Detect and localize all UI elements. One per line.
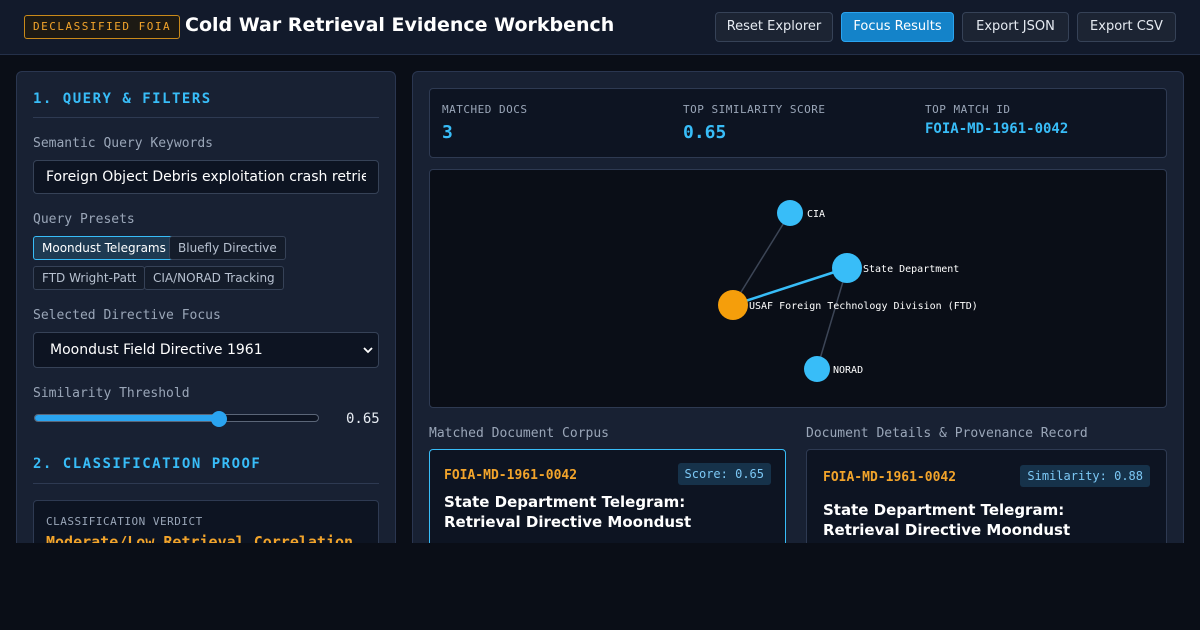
edge-ftd-state	[732, 266, 848, 307]
node-cia[interactable]	[777, 200, 803, 226]
results-panel: MATCHED DOCS 3 TOP SIMILARITY SCORE 0.65…	[412, 71, 1184, 543]
document-title: State Department Telegram: Retrieval Dir…	[444, 493, 692, 531]
stats-bar: MATCHED DOCS 3 TOP SIMILARITY SCORE 0.65…	[429, 88, 1167, 158]
edge-ftd-cia	[732, 212, 791, 306]
node-label-ftd: USAF Foreign Technology Division (FTD)	[749, 301, 978, 312]
chevron-down-icon	[363, 347, 373, 354]
node-norad[interactable]	[804, 356, 830, 382]
node-state-department[interactable]	[832, 253, 862, 283]
top-score-value: 0.65	[683, 122, 727, 143]
similarity-slider[interactable]	[34, 414, 319, 422]
score-badge: Score: 0.65	[677, 463, 771, 485]
focus-results-button[interactable]: Focus Results	[841, 12, 954, 42]
verdict-label: CLASSIFICATION VERDICT	[46, 515, 203, 528]
app-title: Cold War Retrieval Evidence Workbench	[185, 14, 615, 36]
detail-document-id: FOIA-MD-1961-0042	[823, 470, 957, 485]
query-filters-heading: 1. QUERY & FILTERS	[33, 91, 212, 107]
document-id: FOIA-MD-1961-0042	[444, 468, 578, 483]
section-divider	[33, 483, 379, 484]
matched-docs-value: 3	[442, 122, 453, 143]
app-viewport: 1. QUERY & FILTERS Semantic Query Keywor…	[0, 55, 1200, 543]
section-divider	[33, 117, 379, 118]
top-match-label: TOP MATCH ID	[925, 103, 1011, 116]
reset-explorer-button[interactable]: Reset Explorer	[715, 12, 833, 42]
entity-graph: CIA State Department USAF Foreign Techno…	[429, 169, 1167, 408]
node-label-state: State Department	[863, 264, 959, 275]
export-json-button[interactable]: Export JSON	[962, 12, 1069, 42]
preset-moondust-telegrams[interactable]: Moondust Telegrams	[33, 236, 175, 260]
details-label: Document Details & Provenance Record	[806, 426, 1088, 441]
preset-cia-norad-tracking[interactable]: CIA/NORAD Tracking	[144, 266, 284, 290]
node-ftd[interactable]	[718, 290, 748, 320]
threshold-value: 0.65	[346, 411, 380, 427]
top-match-id: FOIA-MD-1961-0042	[925, 121, 1069, 137]
entity-graph-canvas: CIA State Department USAF Foreign Techno…	[718, 200, 978, 382]
matched-docs-label: MATCHED DOCS	[442, 103, 528, 116]
preset-ftd-wright-patt[interactable]: FTD Wright-Patt	[33, 266, 146, 290]
directive-label: Selected Directive Focus	[33, 308, 221, 323]
verdict-text: Moderate/Low Retrieval Correlation	[46, 533, 354, 543]
edge-state-norad	[816, 267, 848, 370]
presets-label: Query Presets	[33, 212, 135, 227]
verdict-box: CLASSIFICATION VERDICT Moderate/Low Retr…	[33, 500, 379, 543]
query-input[interactable]	[33, 160, 379, 194]
directive-select-value: Moondust Field Directive 1961	[50, 342, 263, 358]
query-label: Semantic Query Keywords	[33, 136, 214, 151]
classification-proof-heading: 2. CLASSIFICATION PROOF	[33, 456, 262, 472]
node-label-cia: CIA	[807, 209, 825, 220]
app-header: DECLASSIFIED FOIA Cold War Retrieval Evi…	[0, 0, 1200, 55]
node-label-norad: NORAD	[833, 365, 863, 376]
document-details: FOIA-MD-1961-0042 Similarity: 0.88 State…	[806, 449, 1167, 543]
threshold-label: Similarity Threshold	[33, 386, 190, 401]
slider-handle[interactable]	[211, 411, 227, 427]
similarity-badge: Similarity: 0.88	[1020, 465, 1150, 487]
detail-document-title: State Department Telegram: Retrieval Dir…	[823, 501, 1071, 539]
preset-bluefly-directive[interactable]: Bluefly Directive	[169, 236, 286, 260]
declassified-badge: DECLASSIFIED FOIA	[24, 15, 181, 39]
slider-fill	[35, 415, 219, 421]
query-panel: 1. QUERY & FILTERS Semantic Query Keywor…	[16, 71, 396, 543]
document-card[interactable]: FOIA-MD-1961-0042 Score: 0.65 State Depa…	[429, 449, 786, 543]
corpus-label: Matched Document Corpus	[429, 426, 610, 441]
top-score-label: TOP SIMILARITY SCORE	[683, 103, 826, 116]
export-csv-button[interactable]: Export CSV	[1077, 12, 1176, 42]
directive-select[interactable]: Moondust Field Directive 1961	[33, 332, 379, 368]
